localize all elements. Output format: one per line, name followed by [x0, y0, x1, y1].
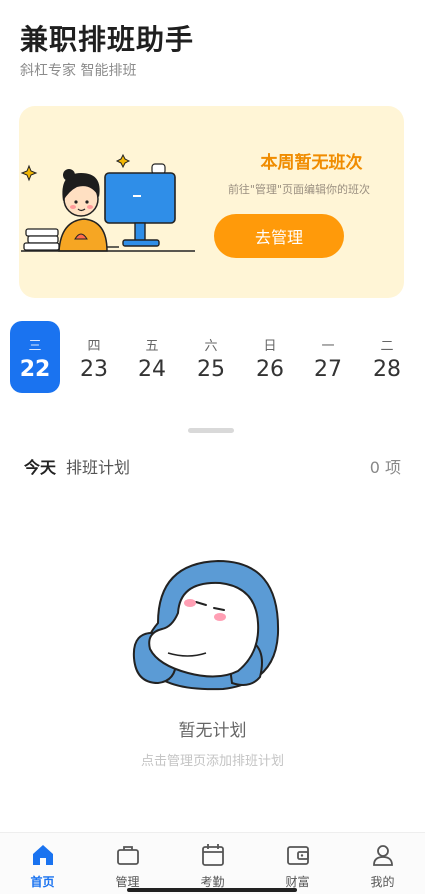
week-date-strip: 三 22 四 23 五 24 六 25 日 26 一 27 二 28: [0, 318, 425, 398]
tab-wealth[interactable]: 财富: [255, 833, 340, 894]
plan-today-label: 今天: [24, 458, 57, 477]
day-weekday: 四: [87, 339, 101, 354]
banner-description: 前往"管理"页面编辑你的班次: [227, 183, 371, 196]
briefcase-icon: [117, 846, 139, 865]
app-subtitle: 斜杠专家 智能排班: [20, 63, 137, 79]
no-shift-banner: 本周暂无班次 前往"管理"页面编辑你的班次 去管理: [19, 106, 404, 298]
day-weekday: 一: [321, 339, 335, 354]
go-manage-button[interactable]: 去管理: [214, 214, 344, 258]
banner-title: 本周暂无班次: [260, 153, 363, 173]
tab-attendance[interactable]: 考勤: [170, 833, 255, 894]
day-weekday: 六: [204, 339, 218, 354]
day-date: 28: [373, 357, 401, 382]
calendar-icon: [202, 844, 224, 866]
day-weekday: 日: [263, 339, 277, 354]
girl-at-computer-illustration: [20, 153, 195, 252]
tab-home[interactable]: 首页: [0, 833, 85, 894]
app-header: 兼职排班助手 斜杠专家 智能排班: [0, 0, 425, 100]
day-weekday: 五: [145, 339, 159, 354]
bottom-tab-bar: 首页 管理 考勤 财富 我的: [0, 832, 425, 894]
plan-count: 0 项: [369, 458, 401, 477]
home-indicator: [127, 888, 297, 892]
empty-state-description: 点击管理页添加排班计划: [140, 754, 284, 769]
day-date: 22: [19, 357, 51, 382]
day-date: 27: [314, 357, 342, 382]
tab-label: 首页: [30, 875, 55, 889]
day-item[interactable]: 四 23: [69, 321, 119, 393]
day-item[interactable]: 日 26: [245, 321, 295, 393]
day-weekday: 二: [380, 339, 394, 354]
day-item[interactable]: 五 24: [127, 321, 177, 393]
day-date: 24: [138, 357, 166, 382]
app-title: 兼职排班助手: [20, 23, 195, 56]
sheet-drag-handle[interactable]: [188, 428, 234, 433]
day-item[interactable]: 一 27: [303, 321, 353, 393]
empty-state-title: 暂无计划: [178, 721, 247, 741]
plan-section-label: 排班计划: [66, 458, 131, 477]
day-item[interactable]: 六 25: [186, 321, 236, 393]
plan-section-header: 今天 排班计划 0 项: [24, 452, 401, 478]
day-date: 26: [256, 357, 284, 382]
user-icon: [373, 845, 393, 866]
day-date: 25: [197, 357, 225, 382]
tab-manage[interactable]: 管理: [85, 833, 170, 894]
wallet-icon: [287, 846, 309, 865]
day-item[interactable]: 三 22: [10, 321, 60, 393]
tab-label: 我的: [370, 875, 395, 889]
home-icon: [33, 845, 53, 865]
tab-profile[interactable]: 我的: [340, 833, 425, 894]
day-date: 23: [80, 357, 108, 382]
day-weekday: 三: [28, 339, 42, 354]
resting-character-illustration: [132, 559, 280, 691]
day-item[interactable]: 二 28: [362, 321, 412, 393]
